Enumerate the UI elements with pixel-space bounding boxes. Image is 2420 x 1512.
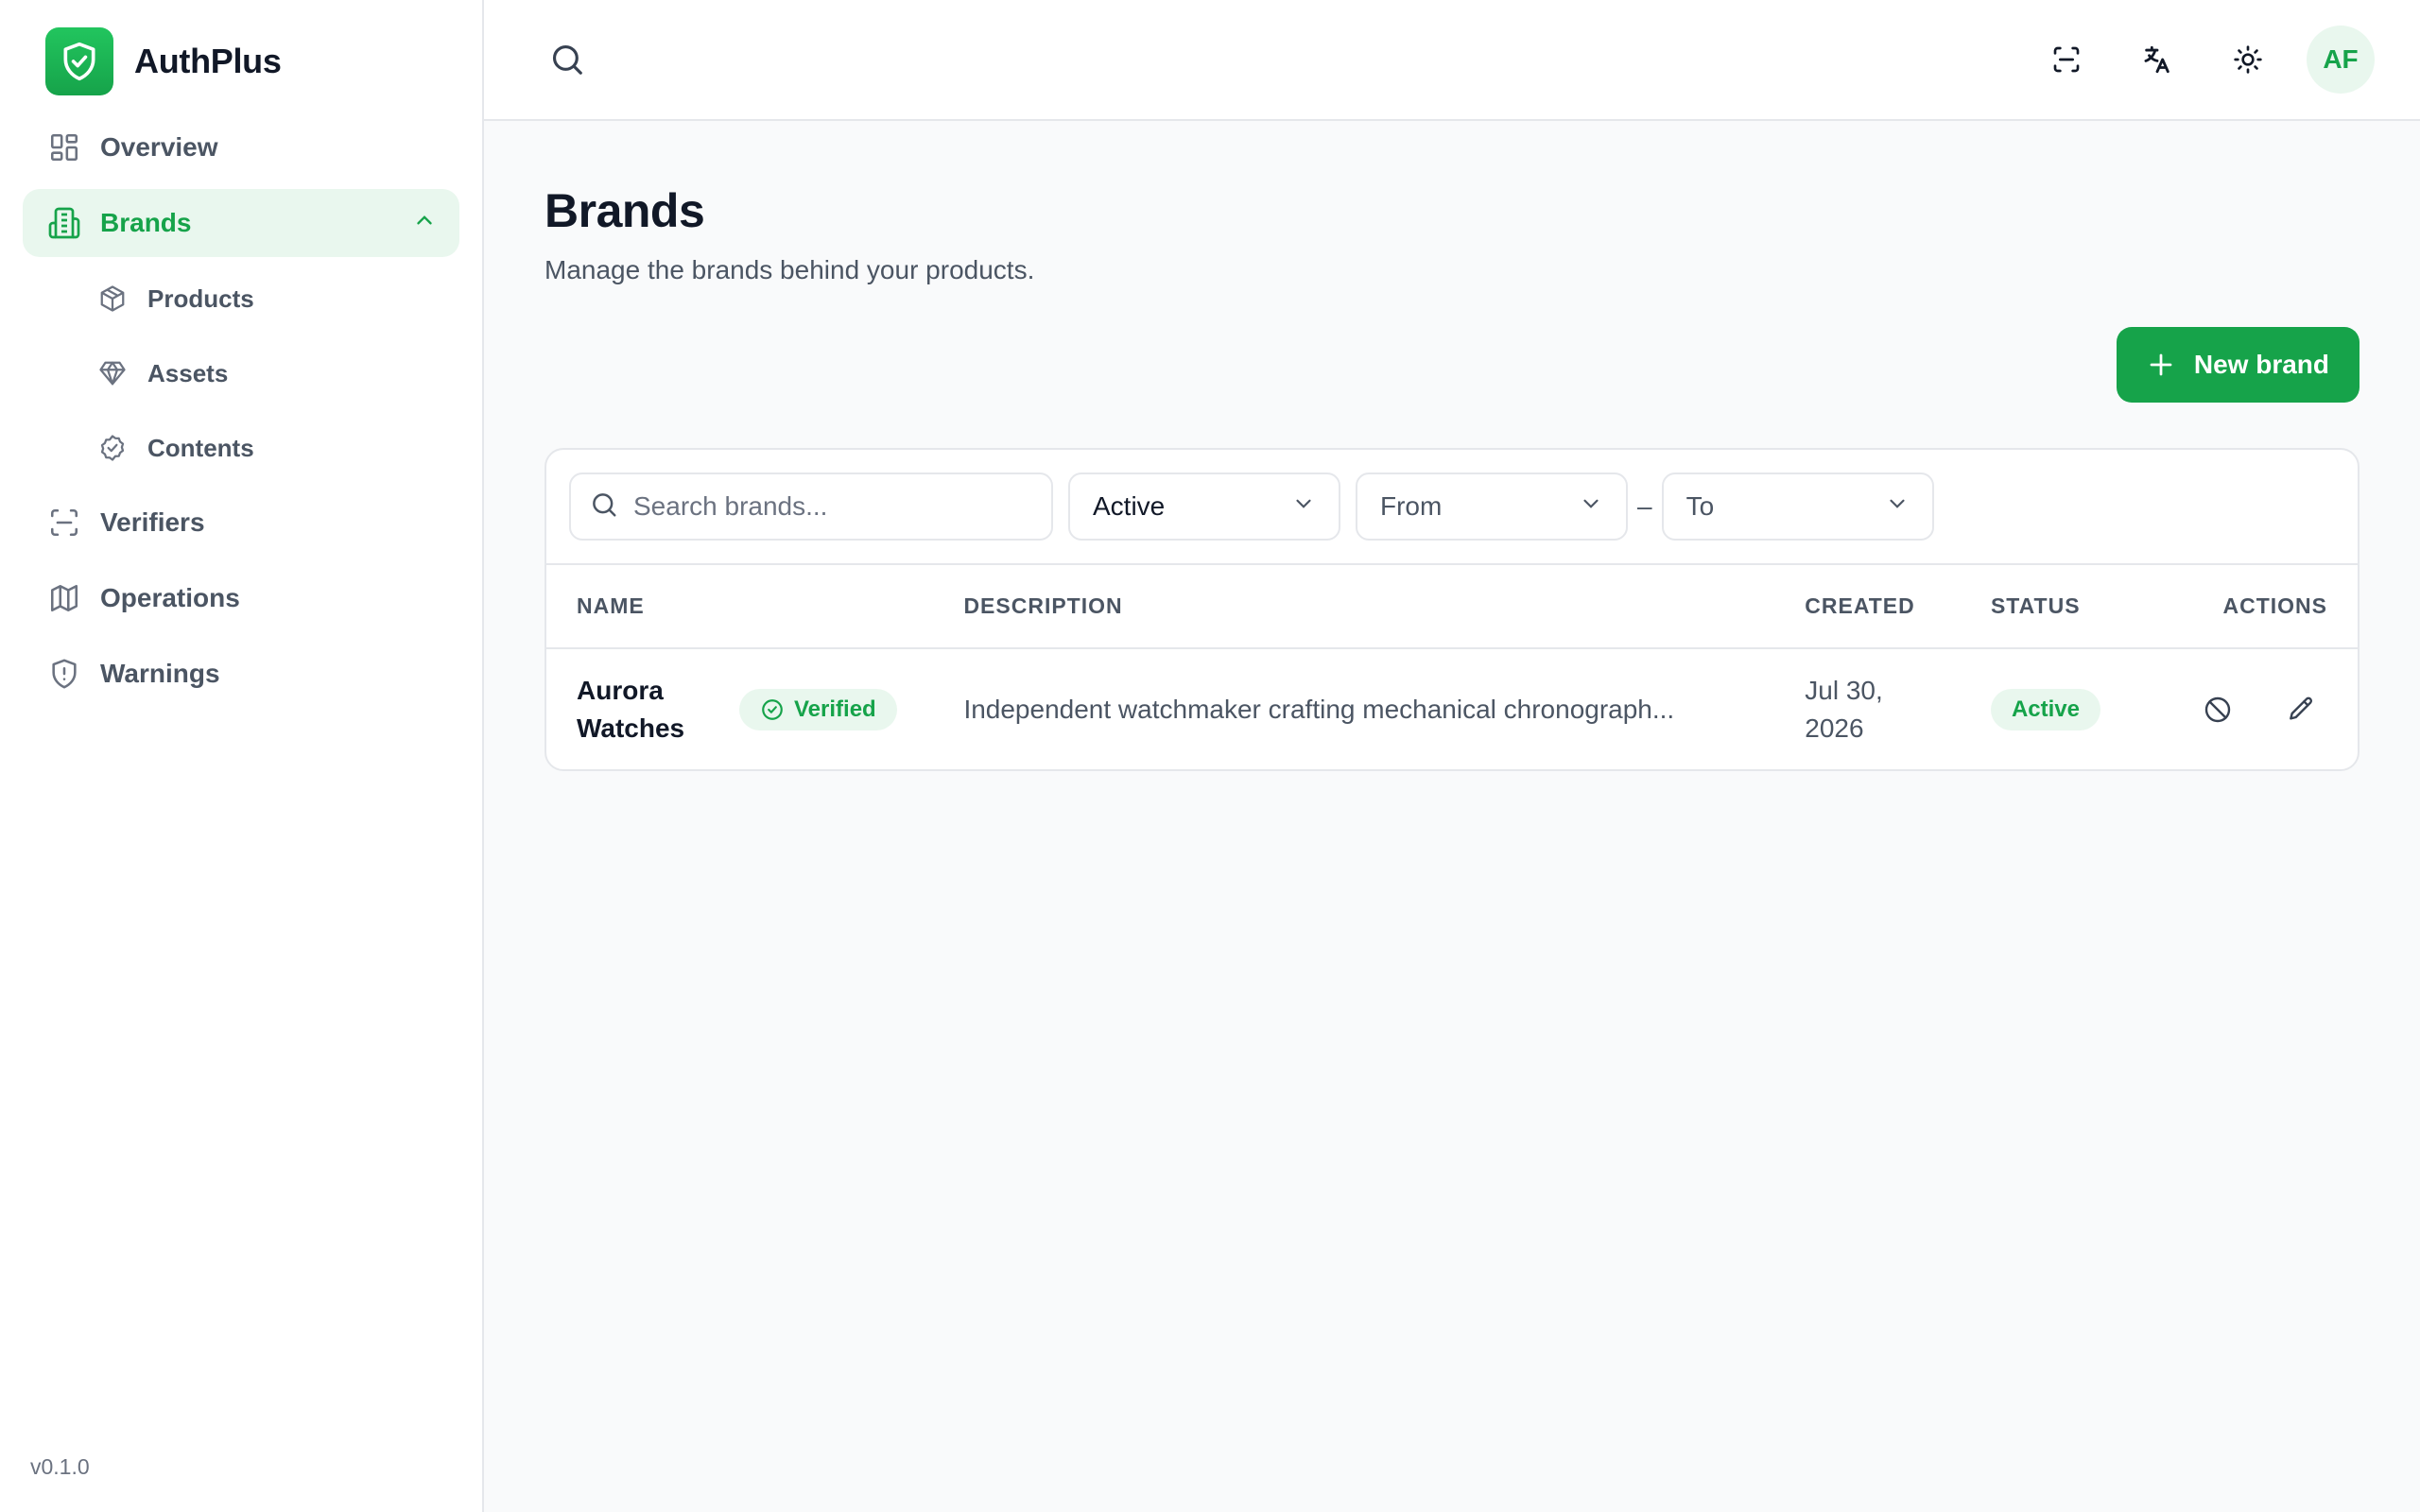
from-date-select[interactable]: From [1356,472,1628,541]
sidebar-subitem-products[interactable]: Products [23,265,459,333]
chevron-up-icon[interactable] [412,208,437,239]
topbar: AF [484,0,2420,121]
translate-icon[interactable] [2127,29,2187,90]
verified-label: Verified [794,696,876,722]
package-icon [96,283,129,315]
brand-name-cell: Aurora Watches Verified [577,672,903,747]
column-header-description[interactable]: DESCRIPTION [933,565,1775,649]
created-date-line: Jul 30, [1805,675,1883,705]
brand-header[interactable]: AuthPlus [23,25,459,98]
check-circle-icon [762,698,783,720]
page-content: Brands Manage the brands behind your pro… [484,121,2420,771]
to-date-select[interactable]: To [1661,472,1934,541]
table-header-row: NAME DESCRIPTION CREATED STATUS ACTIONS [546,565,2358,649]
search-icon [590,490,618,524]
sidebar-subitem-label: Products [147,284,254,313]
sidebar-item-label: Warnings [100,659,220,688]
sun-icon[interactable] [2218,29,2278,90]
sidebar-item-verifiers[interactable]: Verifiers [23,489,459,557]
chevron-down-icon [1885,491,1910,523]
chevron-down-icon [1291,491,1316,523]
brand-name-line: Aurora [577,675,664,705]
sidebar-subitem-label: Contents [147,433,254,462]
brands-table: NAME DESCRIPTION CREATED STATUS ACTIONS [546,565,2358,769]
page-actions: New brand [544,327,2360,403]
pencil-icon [2290,696,2313,720]
scan-icon[interactable] [2036,29,2097,90]
building-icon [45,204,83,242]
created-date: Jul 30, 2026 [1805,672,1930,747]
created-date-line: 2026 [1805,713,1864,743]
column-header-actions: ACTIONS [2131,565,2358,649]
map-icon [45,579,83,617]
page-subtitle: Manage the brands behind your products. [544,255,1035,284]
sidebar-item-brands[interactable]: Brands [23,189,459,257]
sidebar-subitem-assets[interactable]: Assets [23,339,459,407]
new-brand-button[interactable]: New brand [2116,327,2360,403]
badge-check-icon [96,432,129,464]
sidebar-item-label: Overview [100,132,218,162]
shield-check-logo-icon [45,27,113,95]
layout-dashboard-icon [45,129,83,166]
search-icon[interactable] [537,29,597,90]
filter-bar: Active From – To [546,450,2358,565]
date-range-separator: – [1637,491,1652,521]
column-header-created[interactable]: CREATED [1774,565,1961,649]
brand-description: Independent watchmaker crafting mechanic… [963,694,1675,724]
edit-button[interactable] [2274,683,2327,736]
sidebar-item-label: Operations [100,583,240,612]
new-brand-label: New brand [2193,350,2329,379]
app-version: v0.1.0 [30,1454,90,1479]
main-area: AF Brands Manage the brands behind your … [484,0,2420,1512]
sidebar-item-overview[interactable]: Overview [23,113,459,181]
to-date-value: To [1685,491,1715,521]
status-select[interactable]: Active [1068,472,1340,541]
search-field[interactable] [569,472,1053,541]
column-header-status[interactable]: STATUS [1960,565,2131,649]
sidebar: AuthPlus Overview Brands Products Assets… [0,0,484,1512]
disable-button[interactable] [2191,683,2244,736]
sidebar-nav: Overview Brands Products Assets Contents… [23,113,459,708]
brand-name-line: Watches [577,713,685,743]
row-actions [2161,683,2327,736]
sidebar-item-label: Brands [100,208,192,237]
verified-badge: Verified [739,688,897,730]
brand-name[interactable]: Aurora Watches [577,672,728,747]
sidebar-item-label: Verifiers [100,507,205,537]
sidebar-subitem-label: Assets [147,358,229,387]
chevron-down-icon [1579,491,1603,523]
status-badge: Active [1990,688,2100,730]
sidebar-subitem-contents[interactable]: Contents [23,414,459,482]
brands-card: Active From – To [544,448,2360,771]
avatar[interactable]: AF [2307,26,2375,94]
ban-icon [2204,696,2231,722]
page-title: Brands [544,184,705,237]
search-input[interactable] [633,491,1030,522]
column-header-name[interactable]: NAME [546,565,934,649]
app-name: AuthPlus [134,42,282,80]
shield-alert-icon [45,655,83,693]
table-row[interactable]: Aurora Watches Verified Independent watc… [546,648,2358,769]
status-select-value: Active [1093,491,1166,521]
scan-icon [45,504,83,541]
sidebar-item-operations[interactable]: Operations [23,564,459,632]
plus-icon [2147,351,2175,379]
gem-icon [96,357,129,389]
from-date-value: From [1380,491,1443,521]
sidebar-item-warnings[interactable]: Warnings [23,640,459,708]
